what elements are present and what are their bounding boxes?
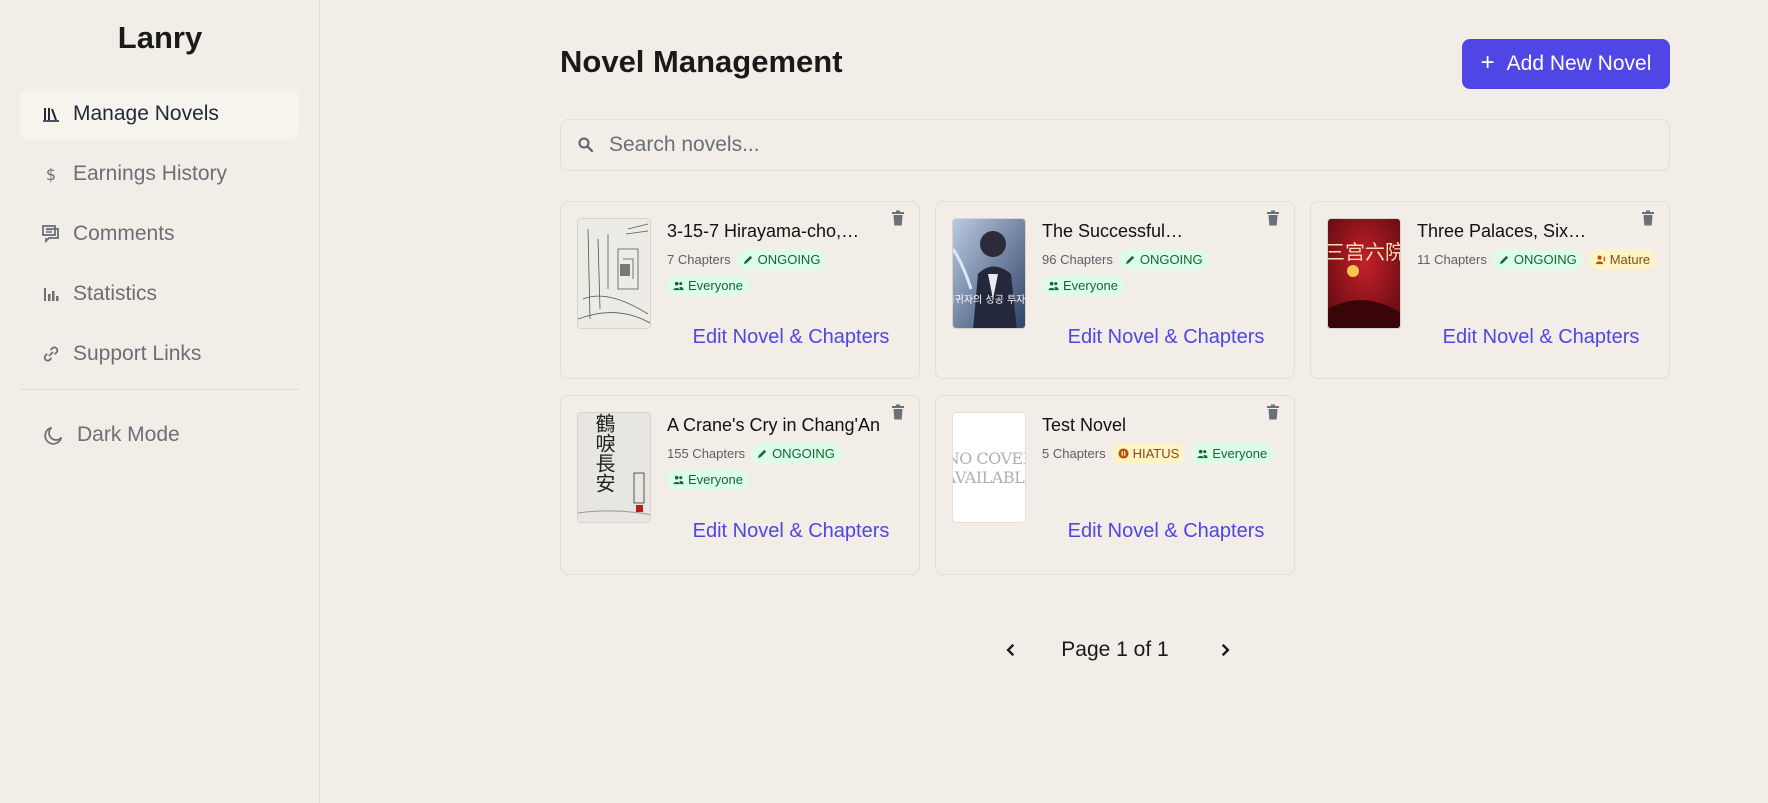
status-badge: ONGOING	[1118, 249, 1209, 270]
brand-title: Lanry	[117, 20, 203, 55]
people-icon	[1197, 449, 1208, 459]
bar-chart-icon	[41, 284, 61, 304]
novel-meta: 11 Chapters ONGOING Mature	[1417, 249, 1657, 270]
chapter-count: 155 Chapters	[667, 446, 746, 461]
rating-badge: Everyone	[667, 275, 749, 296]
novel-title: A Crane's Cry in Chang'An	[667, 415, 880, 435]
edit-novel-link[interactable]: Edit Novel & Chapters	[1036, 326, 1296, 349]
people-icon	[1048, 281, 1059, 291]
edit-novel-link[interactable]: Edit Novel & Chapters	[661, 326, 921, 349]
novel-card: 鶴唳長安 A Crane's Cry in Chang'An 155 Chapt…	[560, 395, 920, 575]
plus-icon: +	[1480, 49, 1495, 76]
rating-badge: Everyone	[667, 469, 749, 490]
novel-title: The Successful…	[1042, 221, 1184, 241]
status-badge: ONGOING	[751, 443, 841, 464]
chapter-count: 5 Chapters	[1042, 446, 1106, 461]
no-cover-text: NO COVER AVAILABLE	[953, 449, 1025, 487]
svg-text:鶴唳長安: 鶴唳長安	[592, 413, 616, 493]
novel-meta: 96 Chapters ONGOING Everyone	[1042, 249, 1242, 296]
add-novel-button[interactable]: + Add New Novel	[1462, 39, 1670, 89]
person-icon	[1595, 255, 1605, 265]
sidebar-divider	[20, 389, 299, 390]
novel-title: 3-15-7 Hirayama-cho,…	[667, 221, 860, 241]
sidebar-item-label: Manage Novels	[73, 102, 219, 125]
novel-card: 三宫六院 Three Palaces, Six… 11 Chapters ONG…	[1310, 201, 1670, 379]
edit-novel-link[interactable]: Edit Novel & Chapters	[1411, 326, 1671, 349]
search-input[interactable]	[609, 133, 1609, 157]
novel-cover	[577, 218, 651, 329]
novel-cover: 회귀자의 성공 투자법	[952, 218, 1026, 329]
sidebar-item-manage-novels[interactable]: Manage Novels	[20, 89, 299, 139]
trash-icon[interactable]	[1266, 404, 1284, 424]
sidebar-item-statistics[interactable]: Statistics	[20, 269, 299, 319]
novel-title: Test Novel	[1042, 415, 1127, 435]
page-title: Novel Management	[560, 44, 843, 79]
novel-cover: 三宫六院	[1327, 218, 1401, 329]
sidebar-item-label: Earnings History	[73, 162, 228, 185]
sidebar-item-label: Support Links	[73, 342, 202, 365]
search-bar	[560, 119, 1670, 171]
status-badge: ONGOING	[736, 249, 827, 270]
novel-cover: NO COVER AVAILABLE	[952, 412, 1026, 523]
novel-card: NO COVER AVAILABLE Test Novel 5 Chapters…	[935, 395, 1295, 575]
page-indicator: Page 1 of 1	[1061, 638, 1169, 661]
novel-meta: 155 Chapters ONGOING Everyone	[667, 443, 867, 490]
chapter-count: 96 Chapters	[1042, 252, 1113, 267]
search-icon	[577, 136, 595, 154]
sidebar-item-comments[interactable]: Comments	[20, 209, 299, 259]
trash-icon[interactable]	[1266, 210, 1284, 230]
sidebar: Lanry Manage Novels $ Earnings History C…	[0, 0, 320, 803]
novel-cover: 鶴唳長安	[577, 412, 651, 523]
status-badge: ONGOING	[1492, 249, 1583, 270]
rating-badge: Mature	[1588, 249, 1657, 270]
pencil-icon	[757, 449, 767, 459]
svg-text:三宫六院: 三宫六院	[1328, 240, 1401, 264]
status-badge: HIATUS	[1111, 443, 1186, 464]
pencil-icon	[1125, 255, 1134, 265]
sidebar-item-label: Comments	[73, 222, 175, 245]
sidebar-item-support-links[interactable]: Support Links	[20, 329, 299, 379]
dollar-icon: $	[41, 164, 61, 184]
sidebar-item-label: Statistics	[73, 282, 158, 305]
novel-meta: 7 Chapters ONGOING Everyone	[667, 249, 907, 296]
pencil-icon	[1499, 255, 1509, 265]
dark-mode-label: Dark Mode	[77, 423, 180, 446]
novel-title: Three Palaces, Six…	[1417, 221, 1587, 241]
sidebar-item-earnings-history[interactable]: $ Earnings History	[20, 149, 299, 199]
novel-meta: 5 Chapters HIATUS Everyone	[1042, 443, 1282, 464]
link-icon	[41, 344, 61, 364]
pagination: Page 1 of 1	[1000, 635, 1236, 665]
novel-card: 3-15-7 Hirayama-cho,… 7 Chapters ONGOING…	[560, 201, 920, 379]
rating-badge: Everyone	[1191, 443, 1274, 464]
svg-text:회귀자의 성공 투자법: 회귀자의 성공 투자법	[953, 294, 1026, 306]
chapter-count: 7 Chapters	[667, 252, 731, 267]
people-icon	[673, 475, 684, 485]
add-novel-label: Add New Novel	[1506, 52, 1652, 75]
svg-text:$: $	[46, 165, 56, 183]
trash-icon[interactable]	[891, 210, 909, 230]
moon-icon	[41, 423, 65, 447]
edit-novel-link[interactable]: Edit Novel & Chapters	[1036, 520, 1296, 543]
trash-icon[interactable]	[1641, 210, 1659, 230]
rating-badge: Everyone	[1042, 275, 1124, 296]
people-icon	[673, 281, 684, 291]
pause-icon	[1118, 448, 1129, 459]
chevron-left-icon[interactable]	[1000, 639, 1022, 661]
comments-icon	[41, 224, 61, 244]
novel-card: 회귀자의 성공 투자법 The Successful… 96 Chapters …	[935, 201, 1295, 379]
trash-icon[interactable]	[891, 404, 909, 424]
edit-novel-link[interactable]: Edit Novel & Chapters	[661, 520, 921, 543]
dark-mode-toggle[interactable]: Dark Mode	[20, 410, 299, 460]
chevron-right-icon[interactable]	[1214, 639, 1236, 661]
pencil-icon	[743, 255, 752, 265]
chapter-count: 11 Chapters	[1417, 252, 1487, 267]
library-icon	[41, 104, 61, 124]
